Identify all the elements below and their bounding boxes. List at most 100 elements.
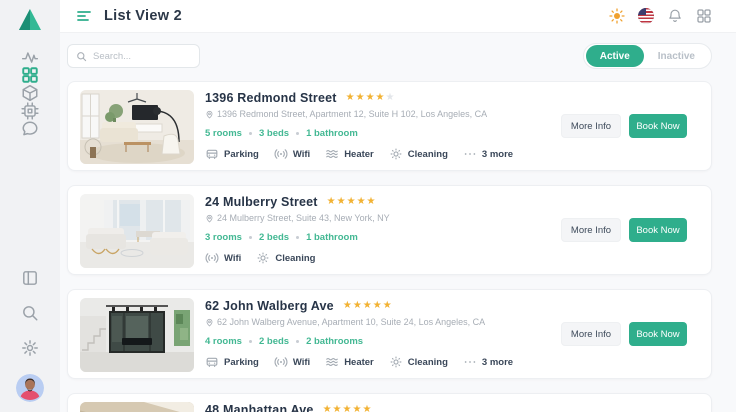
star-icon: ★ (362, 404, 372, 412)
amenity-parking: Parking (205, 147, 259, 161)
listing-photo (80, 90, 194, 164)
star-icon: ★ (342, 404, 352, 412)
listing-card[interactable]: 48 Manhattan Ave ★★★★★ More Info Book No… (67, 393, 712, 412)
amenity-cleaning: Cleaning (389, 147, 448, 161)
app-logo-icon[interactable] (16, 6, 44, 34)
listing-photo (80, 402, 194, 412)
sun-icon[interactable] (609, 8, 625, 24)
cleaning-icon (389, 355, 403, 369)
header-icons (609, 8, 712, 24)
listing-body: 24 Mulberry Street ★ ★ ★ ★ ★ 24 Mulberry Str… (205, 194, 699, 266)
sidebar-item-cube-icon[interactable] (21, 84, 39, 102)
star-icon: ★ (375, 92, 385, 103)
amenities-more[interactable]: 3 more (463, 355, 513, 369)
amenity-wifi: Wifi (274, 355, 310, 369)
sidebar-item-chat-icon[interactable] (21, 120, 39, 138)
book-now-button[interactable]: Book Now (629, 218, 687, 242)
bell-icon[interactable] (667, 8, 683, 24)
heater-icon (325, 147, 339, 161)
wifi-icon (205, 251, 219, 265)
pin-icon (206, 318, 213, 327)
user-avatar[interactable] (16, 374, 44, 402)
stat-value: 4 rooms (205, 336, 242, 347)
search-input[interactable] (93, 50, 191, 62)
stat-separator (248, 132, 252, 135)
star-icon: ★ (356, 196, 366, 207)
menu-toggle-icon[interactable] (76, 8, 92, 24)
cleaning-icon (389, 147, 403, 161)
listing-photo (80, 194, 194, 268)
listing-name: 24 Mulberry Street (205, 195, 318, 209)
sidebar-item-layout-icon[interactable] (21, 269, 39, 287)
stat-value: 2 bathrooms (306, 336, 364, 347)
pin-icon (206, 214, 213, 223)
amenity-cleaning: Cleaning (389, 355, 448, 369)
stat-separator (296, 236, 300, 239)
cleaning-icon (256, 251, 270, 265)
sidebar-item-gear-icon[interactable] (21, 339, 39, 357)
wifi-icon (274, 355, 288, 369)
amenities-more[interactable]: 3 more (463, 147, 513, 161)
star-icon: ★ (346, 196, 356, 207)
star-icon: ★ (352, 404, 362, 412)
listing-amenities: Parking Wifi Heater Cleaning 3 more (205, 355, 513, 369)
search-box (67, 44, 200, 68)
stat-value: 2 beds (258, 232, 290, 243)
listing-actions: More Info Book Now (561, 322, 687, 346)
more-info-button[interactable]: More Info (561, 218, 621, 242)
listing-body: 48 Manhattan Ave ★★★★★ More Info Book No… (205, 402, 699, 412)
more-info-button[interactable]: More Info (561, 322, 621, 346)
stat-value: 1 bathroom (306, 232, 358, 243)
listing-card[interactable]: 1396 Redmond Street ★ ★ ★ ★ ★ 1396 Redmond S… (67, 81, 712, 171)
amenity-cleaning: Cleaning (256, 251, 315, 265)
sidebar-item-chip-icon[interactable] (21, 102, 39, 120)
listing-card[interactable]: 24 Mulberry Street ★ ★ ★ ★ ★ 24 Mulberry Str… (67, 185, 712, 275)
amenity-heater: Heater (325, 147, 374, 161)
stat-separator (248, 340, 252, 343)
listing-card[interactable]: 62 John Walberg Ave ★ ★ ★ ★ ★ 62 John Walber… (67, 289, 712, 379)
address-text: 24 Mulberry Street, Suite 43, New York, … (217, 213, 390, 223)
sidebar-item-activity-icon[interactable] (21, 48, 39, 66)
stat-value: 5 rooms (205, 128, 242, 139)
stat-separator (248, 236, 252, 239)
listing-body: 1396 Redmond Street ★ ★ ★ ★ ★ 1396 Redmond S… (205, 90, 699, 162)
listing-rating: ★ ★ ★ ★ ★ (343, 301, 392, 311)
stat-separator (296, 132, 300, 135)
book-now-button[interactable]: Book Now (629, 322, 687, 346)
us-flag-icon[interactable] (638, 8, 654, 24)
stat-value: 3 beds (258, 128, 290, 139)
parking-icon (205, 147, 219, 161)
apps-grid-icon[interactable] (696, 8, 712, 24)
filter-inactive-button[interactable]: Inactive (644, 45, 709, 67)
star-icon: ★ (332, 404, 342, 412)
stat-value: 3 rooms (205, 232, 242, 243)
toolbar: Active Inactive (67, 43, 712, 69)
stat-value: 2 beds (258, 336, 290, 347)
listing-rating: ★ ★ ★ ★ ★ (346, 93, 395, 103)
star-icon: ★ (326, 196, 336, 207)
sidebar-item-search-icon[interactable] (21, 304, 39, 322)
listing-actions: More Info Book Now (561, 114, 687, 138)
star-icon: ★ (385, 92, 395, 103)
ellipsis-icon (463, 147, 477, 161)
listing-name: 48 Manhattan Ave (205, 403, 314, 412)
more-info-button[interactable]: More Info (561, 114, 621, 138)
listing-rating: ★ ★ ★ ★ ★ (327, 197, 376, 207)
star-icon: ★ (342, 300, 352, 311)
filter-active-button[interactable]: Active (585, 45, 644, 67)
address-text: 1396 Redmond Street, Apartment 12, Suite… (217, 109, 488, 119)
address-text: 62 John Walberg Avenue, Apartment 10, Su… (217, 317, 486, 327)
listing-body: 62 John Walberg Ave ★ ★ ★ ★ ★ 62 John Walber… (205, 298, 699, 370)
stat-value: 1 bathroom (306, 128, 358, 139)
sidebar-nav-top (21, 48, 39, 138)
listing-name: 1396 Redmond Street (205, 91, 337, 105)
amenity-wifi: Wifi (205, 251, 241, 265)
listing-name: 62 John Walberg Ave (205, 299, 334, 313)
star-icon: ★ (365, 92, 375, 103)
star-icon: ★ (336, 196, 346, 207)
star-icon: ★ (372, 300, 382, 311)
book-now-button[interactable]: Book Now (629, 114, 687, 138)
page-title: List View 2 (104, 8, 182, 24)
ellipsis-icon (463, 355, 477, 369)
sidebar-item-grid-icon[interactable] (21, 66, 39, 84)
